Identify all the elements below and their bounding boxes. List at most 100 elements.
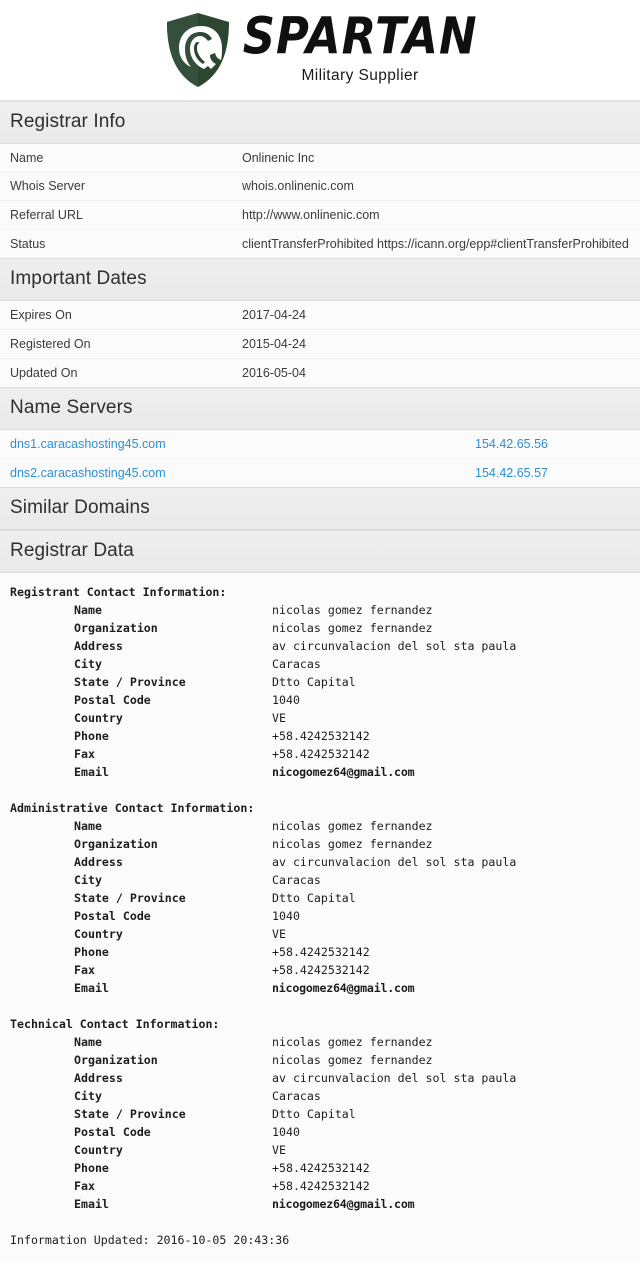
- contact-field-value: Caracas: [272, 657, 321, 672]
- contact-field-value: nicolas gomez fernandez: [272, 603, 433, 618]
- nameserver-ip-link[interactable]: 154.42.65.57: [475, 466, 548, 480]
- section-header-important-dates: Important Dates: [0, 258, 640, 302]
- row-value: whois.onlinenic.com: [242, 179, 354, 194]
- row-label: Referral URL: [10, 207, 83, 222]
- contact-field: Country VE: [10, 925, 630, 943]
- contact-field-label: Name: [74, 819, 102, 834]
- nameserver-ip-cell: 154.42.65.56: [475, 437, 630, 451]
- contact-field: Fax +58.4242532142: [10, 1177, 630, 1195]
- contact-block-heading: Technical Contact Information:: [10, 1017, 220, 1032]
- contact-field-label: Country: [74, 1143, 123, 1158]
- contact-field: Organization nicolas gomez fernandez: [10, 1051, 630, 1069]
- contact-field-label: Address: [74, 1071, 123, 1086]
- row-value: 2015-04-24: [242, 336, 306, 351]
- contact-field-value: nicolas gomez fernandez: [272, 621, 433, 636]
- contact-field-value: VE: [272, 1143, 286, 1158]
- contact-field: Address av circunvalacion del sol sta pau…: [10, 1069, 630, 1087]
- contact-field: City Caracas: [10, 1087, 630, 1105]
- contact-field: Postal Code 1040: [10, 907, 630, 925]
- contact-field: Postal Code 1040: [10, 1123, 630, 1141]
- contact-field-label: Name: [74, 1035, 102, 1050]
- brand-name: SPARTAN: [242, 6, 478, 67]
- section-title: Important Dates: [10, 268, 147, 290]
- contact-field-label: City: [74, 1089, 102, 1104]
- nameserver-host-link[interactable]: dns2.caracashosting45.com: [10, 466, 166, 480]
- contact-field-value: Dtto Capital: [272, 675, 356, 690]
- contact-field-label: Fax: [74, 747, 95, 762]
- contact-field-value: nicolas gomez fernandez: [272, 1053, 433, 1068]
- contact-field-label: State / Province: [74, 675, 186, 690]
- contact-field: State / Province Dtto Capital: [10, 1105, 630, 1123]
- contact-field-value: av circunvalacion del sol sta paula: [272, 639, 517, 654]
- whois-raw-text: Registrant Contact Information: Name nicol…: [10, 583, 630, 1249]
- table-row: dns2.caracashosting45.com 154.42.65.57: [0, 459, 640, 488]
- contact-field-value: Caracas: [272, 1089, 321, 1104]
- contact-field-value: nicogomez64@gmail.com: [272, 981, 415, 996]
- section-title: Registrar Data: [10, 540, 134, 562]
- section-header-registrar-info: Registrar Info: [0, 101, 640, 144]
- contact-field: Organization nicolas gomez fernandez: [10, 835, 630, 853]
- contact-field-value: Caracas: [272, 873, 321, 888]
- table-row: Updated On 2016-05-04: [0, 359, 640, 388]
- contact-field-value: Dtto Capital: [272, 891, 356, 906]
- information-updated-footer: Information Updated: 2016-10-05 20:43:36: [10, 1233, 290, 1248]
- contact-field: Country VE: [10, 709, 630, 727]
- contact-field-label: City: [74, 873, 102, 888]
- contact-field-label: City: [74, 657, 102, 672]
- row-value: Onlinenic Inc: [242, 150, 315, 165]
- nameserver-host-link[interactable]: dns1.caracashosting45.com: [10, 437, 166, 451]
- table-row: dns1.caracashosting45.com 154.42.65.56: [0, 430, 640, 459]
- row-label: Whois Server: [10, 179, 86, 194]
- contact-field: Postal Code 1040: [10, 691, 630, 709]
- contact-field: Email nicogomez64@gmail.com: [10, 1195, 630, 1213]
- contact-field-value: nicogomez64@gmail.com: [272, 1197, 415, 1212]
- registrar-info-rows: Name Onlinenic Inc Whois Server whois.on…: [0, 144, 640, 259]
- contact-field-label: Address: [74, 639, 123, 654]
- table-row: Whois Server whois.onlinenic.com: [0, 173, 640, 202]
- nameserver-ip-cell: 154.42.65.57: [475, 466, 630, 480]
- contact-field: Country VE: [10, 1141, 630, 1159]
- contact-field-value: +58.4242532142: [272, 963, 370, 978]
- contact-field-label: State / Province: [74, 891, 186, 906]
- contact-field-label: Fax: [74, 1179, 95, 1194]
- contact-field-value: VE: [272, 927, 286, 942]
- contact-field: Organization nicolas gomez fernandez: [10, 619, 630, 637]
- table-row: Referral URL http://www.onlinenic.com: [0, 201, 640, 230]
- table-row: Status clientTransferProhibited https://…: [0, 230, 640, 259]
- section-title: Similar Domains: [10, 497, 150, 519]
- contact-field-label: Fax: [74, 963, 95, 978]
- row-label: Name: [10, 150, 44, 165]
- contact-field-value: 1040: [272, 1125, 300, 1140]
- contact-field: Name nicolas gomez fernandez: [10, 601, 630, 619]
- wordmark: SPARTAN Military Supplier: [243, 11, 477, 85]
- contact-field-value: +58.4242532142: [272, 1179, 370, 1194]
- important-dates-rows: Expires On 2017-04-24 Registered On 2015…: [0, 301, 640, 388]
- contact-field-value: nicolas gomez fernandez: [272, 1035, 433, 1050]
- contact-field-label: Phone: [74, 729, 109, 744]
- contact-field-label: Phone: [74, 945, 109, 960]
- contact-field-value: +58.4242532142: [272, 729, 370, 744]
- contact-field-label: State / Province: [74, 1107, 186, 1122]
- contact-field-label: Phone: [74, 1161, 109, 1176]
- contact-field-label: Postal Code: [74, 909, 151, 924]
- contact-field: Phone +58.4242532142: [10, 1159, 630, 1177]
- section-header-registrar-data: Registrar Data: [0, 530, 640, 574]
- contact-field: Name nicolas gomez fernandez: [10, 1033, 630, 1051]
- contact-field-label: Postal Code: [74, 1125, 151, 1140]
- contact-field-value: nicolas gomez fernandez: [272, 837, 433, 852]
- row-label: Registered On: [10, 336, 91, 351]
- block-spacer: [10, 781, 630, 799]
- contact-field-label: Name: [74, 603, 102, 618]
- row-value: 2017-04-24: [242, 308, 306, 323]
- contact-field: Email nicogomez64@gmail.com: [10, 979, 630, 997]
- contact-field-label: Organization: [74, 1053, 158, 1068]
- contact-field: State / Province Dtto Capital: [10, 673, 630, 691]
- contact-field: City Caracas: [10, 871, 630, 889]
- contact-field: Address av circunvalacion del sol sta pau…: [10, 853, 630, 871]
- row-value: 2016-05-04: [242, 365, 306, 380]
- contact-field-label: Organization: [74, 621, 158, 636]
- nameserver-ip-link[interactable]: 154.42.65.56: [475, 437, 548, 451]
- contact-field-value: av circunvalacion del sol sta paula: [272, 855, 517, 870]
- contact-block-heading: Administrative Contact Information:: [10, 801, 255, 816]
- table-row: Name Onlinenic Inc: [0, 144, 640, 173]
